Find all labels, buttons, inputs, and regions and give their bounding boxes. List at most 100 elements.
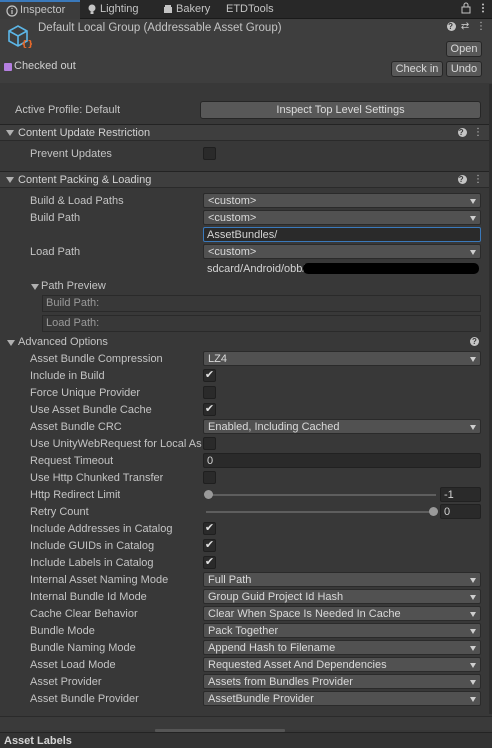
dropdown-value: Append Hash to Filename (208, 642, 336, 654)
cache-clear-behavior-label: Cache Clear Behavior (30, 608, 138, 620)
asset-load-mode-dropdown[interactable]: Requested Asset And Dependencies (203, 657, 481, 672)
naming-mode-dropdown[interactable]: Full Path (203, 572, 481, 587)
tab-inspector[interactable]: Inspector (0, 0, 80, 19)
dropdown-value: <custom> (208, 195, 257, 207)
preview-build-path: Build Path: (42, 295, 481, 312)
bundle-id-mode-label: Internal Bundle Id Mode (30, 591, 147, 603)
dropdown-value: AssetBundle Provider (208, 693, 314, 705)
help-icon[interactable]: ? (458, 128, 468, 137)
help-icon[interactable]: ? (470, 337, 479, 346)
asset-labels-panel[interactable]: Asset Labels (0, 732, 492, 748)
slider-handle[interactable] (429, 507, 438, 516)
tab-lighting-label: Lighting (100, 3, 139, 15)
include-guids-label: Include GUIDs in Catalog (30, 540, 155, 552)
kebab-menu-icon[interactable]: ⋮ (473, 127, 486, 138)
foldout-arrow-icon[interactable] (7, 340, 15, 346)
bundle-naming-mode-dropdown[interactable]: Append Hash to Filename (203, 640, 481, 655)
chevron-down-icon (470, 612, 476, 617)
http-redirect-limit-slider[interactable] (206, 494, 436, 496)
tab-etdtools[interactable]: ETDTools (216, 0, 280, 19)
tab-lighting[interactable]: Lighting (80, 0, 156, 19)
open-button[interactable]: Open (446, 41, 482, 57)
tab-bakery[interactable]: Bakery (156, 0, 216, 19)
compression-dropdown[interactable]: LZ4 (203, 351, 481, 366)
dropdown-value: LZ4 (208, 353, 227, 365)
dropdown-value: Clear When Space Is Needed In Cache (208, 608, 401, 620)
asset-bundle-crc-dropdown[interactable]: Enabled, Including Cached (203, 419, 481, 434)
page-title: Default Local Group (Addressable Asset G… (38, 22, 282, 34)
kebab-menu-icon[interactable]: ⋮ (473, 174, 486, 185)
include-addresses-label: Include Addresses in Catalog (30, 523, 173, 535)
foldout-arrow-icon (6, 130, 14, 136)
include-in-build-checkbox[interactable]: ✔ (203, 369, 216, 382)
force-unique-provider-checkbox[interactable] (203, 386, 216, 399)
check-in-button[interactable]: Check in (391, 61, 443, 77)
svg-text:{}: {} (21, 40, 32, 49)
foldout-arrow-icon (6, 177, 14, 183)
include-labels-checkbox[interactable]: ✔ (203, 556, 216, 569)
help-icon[interactable]: ? (458, 175, 468, 184)
retry-count-slider[interactable] (206, 511, 436, 513)
build-path-label: Build Path (30, 212, 81, 224)
chevron-down-icon (470, 425, 476, 430)
use-unitywebrequest-checkbox[interactable] (203, 437, 216, 450)
kebab-menu-icon[interactable]: ⋮ (476, 21, 488, 32)
retry-count-label: Retry Count (30, 506, 89, 518)
include-guids-checkbox[interactable]: ✔ (203, 539, 216, 552)
request-timeout-field[interactable]: 0 (203, 453, 481, 468)
asset-provider-dropdown[interactable]: Assets from Bundles Provider (203, 674, 481, 689)
build-load-paths-dropdown[interactable]: <custom> (203, 193, 481, 208)
inspect-top-level-settings-button[interactable]: Inspect Top Level Settings (200, 101, 481, 119)
dropdown-value: <custom> (208, 246, 257, 258)
retry-count-field[interactable]: 0 (440, 504, 481, 519)
asset-bundle-provider-label: Asset Bundle Provider (30, 693, 139, 705)
path-preview-title: Path Preview (41, 280, 106, 292)
use-unitywebrequest-label: Use UnityWebRequest for Local Asse (30, 438, 202, 450)
prevent-updates-label: Prevent Updates (30, 148, 112, 160)
asset-bundle-provider-dropdown[interactable]: AssetBundle Provider (203, 691, 481, 706)
bundle-id-mode-dropdown[interactable]: Group Guid Project Id Hash (203, 589, 481, 604)
cache-clear-behavior-dropdown[interactable]: Clear When Space Is Needed In Cache (203, 606, 481, 621)
splitter[interactable] (0, 716, 492, 730)
include-in-build-label: Include in Build (30, 370, 105, 382)
info-icon (6, 5, 18, 17)
include-addresses-checkbox[interactable]: ✔ (203, 522, 216, 535)
build-path-dropdown[interactable]: <custom> (203, 210, 481, 225)
load-path-dropdown[interactable]: <custom> (203, 244, 481, 259)
content-packing-loading-header[interactable]: Content Packing & Loading ? ⋮ (0, 171, 492, 188)
advanced-options-title: Advanced Options (18, 336, 108, 348)
tab-tools (461, 2, 488, 17)
bundle-mode-dropdown[interactable]: Pack Together (203, 623, 481, 638)
lock-icon[interactable] (461, 2, 471, 14)
build-path-field[interactable]: AssetBundles/ (203, 227, 481, 242)
chevron-down-icon (470, 250, 476, 255)
foldout-arrow-icon[interactable] (31, 284, 39, 290)
http-chunked-transfer-checkbox[interactable] (203, 471, 216, 484)
help-icon[interactable]: ? (447, 22, 457, 31)
tab-bakery-label: Bakery (176, 3, 211, 15)
kebab-menu-icon[interactable] (478, 2, 488, 14)
dropdown-value: <custom> (208, 212, 257, 224)
undo-button[interactable]: Undo (446, 61, 482, 77)
section-icons: ? ⋮ (458, 127, 486, 138)
use-asset-bundle-cache-checkbox[interactable]: ✔ (203, 403, 216, 416)
bakery-icon (164, 5, 172, 13)
settings-icon[interactable]: ⇄ (461, 21, 471, 32)
asset-labels-title: Asset Labels (4, 735, 72, 747)
chevron-down-icon (470, 697, 476, 702)
chevron-down-icon (470, 357, 476, 362)
chevron-down-icon (470, 663, 476, 668)
slider-handle[interactable] (204, 490, 213, 499)
prevent-updates-checkbox[interactable] (203, 147, 216, 160)
chevron-down-icon (470, 216, 476, 221)
use-asset-bundle-cache-label: Use Asset Bundle Cache (30, 404, 152, 416)
tab-etdtools-label: ETDTools (226, 3, 274, 15)
asset-load-mode-label: Asset Load Mode (30, 659, 116, 671)
http-redirect-limit-field[interactable]: -1 (440, 487, 481, 502)
http-chunked-transfer-label: Use Http Chunked Transfer (30, 472, 164, 484)
chevron-down-icon (470, 578, 476, 583)
dropdown-value: Full Path (208, 574, 252, 586)
active-profile-label: Active Profile: Default (15, 104, 121, 116)
checked-out-icon (4, 63, 12, 71)
content-update-restriction-header[interactable]: Content Update Restriction ? ⋮ (0, 124, 492, 141)
